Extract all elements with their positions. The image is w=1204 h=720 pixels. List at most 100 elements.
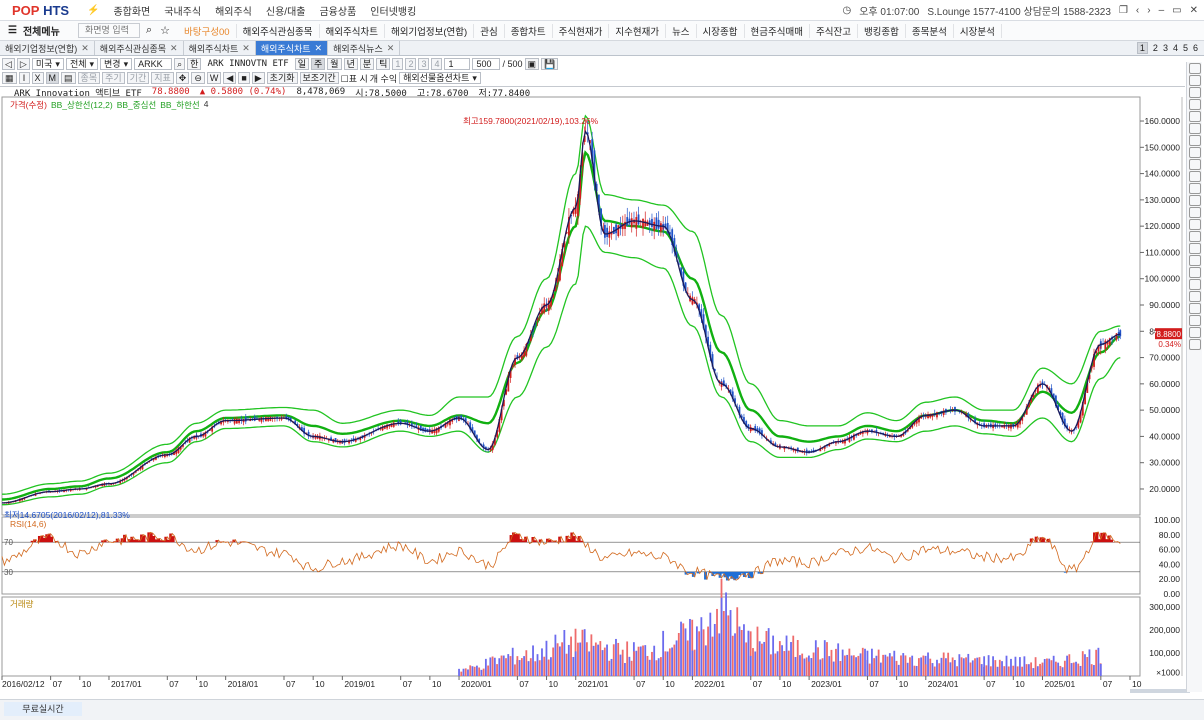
drawing-tool-icon[interactable] [1189,159,1201,170]
drawing-tool-icon[interactable] [1189,147,1201,158]
candle-body [635,217,638,229]
volume-bar [906,662,909,676]
drawing-tool-icon[interactable] [1189,243,1201,254]
volume-bar [707,626,709,676]
volume-bar [668,648,671,676]
drawing-tool-icon[interactable] [1189,327,1201,338]
rsi-tick-label: 20.00 [1159,574,1181,584]
drawing-tool-icon[interactable] [1189,87,1201,98]
drawing-tool-icon[interactable] [1189,339,1201,350]
x-tick-label: 07 [53,679,63,689]
volume-bar [978,657,981,676]
drawing-tool-icon[interactable] [1189,123,1201,134]
volume-bar [487,665,490,676]
volume-bar [989,666,992,676]
current-price-label: 78.8800 [1152,330,1181,339]
volume-bar [1070,663,1073,676]
volume-bar [563,629,566,676]
volume-bar [554,634,557,676]
price-tick-label: 140.0000 [1145,169,1181,179]
volume-bar [541,648,543,676]
volume-bar [799,655,801,676]
volume-bar [969,662,972,676]
volume-bar [808,661,811,676]
volume-bar [846,654,849,676]
candle-body [603,225,606,238]
volume-bar [671,647,673,676]
volume-bar [859,653,862,676]
drawing-tool-icon[interactable] [1189,75,1201,86]
volume-bar [489,657,492,676]
drawing-tool-icon[interactable] [1189,195,1201,206]
drawing-tool-icon[interactable] [1189,135,1201,146]
volume-bar [473,666,476,676]
price-tick-label: 20.0000 [1149,484,1180,494]
drawing-tool-icon[interactable] [1189,183,1201,194]
price-tick-label: 60.0000 [1149,379,1180,389]
x-tick-label: 10 [82,679,92,689]
volume-bar [875,655,878,676]
realtime-tab[interactable]: 무료실시간 [4,702,82,716]
x-tick-label: 07 [403,679,413,689]
volume-bar [837,643,840,676]
high-annotation: 최고159.7800(2021/02/19),103.26% [463,116,599,126]
volume-bar [956,666,959,676]
volume-bar [648,659,651,676]
volume-bar [940,657,943,676]
x-tick-label: 07 [869,679,879,689]
x-tick-label: 2024/01 [928,679,959,689]
volume-bar [936,659,938,676]
rsi-overbought-fill [1110,539,1113,543]
candle-body [1119,330,1122,337]
volume-bar [558,646,561,676]
volume-bar [752,648,754,676]
drawing-tool-icon[interactable] [1189,291,1201,302]
volume-bar [767,628,770,676]
volume-bar [985,665,988,676]
volume-bar [761,643,763,676]
drawing-tool-icon[interactable] [1189,219,1201,230]
volume-bar [763,641,766,676]
volume-bar [612,644,615,676]
volume-bar [1090,664,1093,676]
volume-bar [700,617,703,676]
volume-bar [790,642,792,676]
volume-bar [1001,661,1003,676]
volume-bar [588,651,591,676]
volume-bar [886,656,889,676]
volume-tick-label: ×1000 [1156,668,1180,678]
drawing-tool-icon[interactable] [1189,207,1201,218]
volume-bar [653,645,656,676]
volume-bar [783,651,786,676]
drawing-tool-icon[interactable] [1189,303,1201,314]
volume-bar [864,648,866,676]
volume-bar [823,640,826,676]
volume-bar [787,650,790,676]
volume-bar [830,649,833,676]
volume-bar [924,664,927,676]
volume-bar [796,640,799,676]
drawing-tool-icon[interactable] [1189,255,1201,266]
drawing-tools-bar [1186,62,1202,692]
legend-count: 4 [203,99,209,109]
price-tick-label: 50.0000 [1149,405,1180,415]
volume-bar [947,652,950,676]
candle-body [657,219,660,229]
drawing-tool-icon[interactable] [1189,231,1201,242]
drawing-tool-icon[interactable] [1189,315,1201,326]
drawing-tool-icon[interactable] [1189,171,1201,182]
drawing-tool-icon[interactable] [1189,279,1201,290]
volume-tick-label: 200,000 [1149,625,1180,635]
drawing-tool-icon[interactable] [1189,267,1201,278]
volume-bar [509,656,512,676]
x-tick-label: 07 [286,679,296,689]
drawing-tool-icon[interactable] [1189,63,1201,74]
drawing-tool-icon[interactable] [1189,99,1201,110]
volume-bar [785,635,788,676]
current-change-label: 0.34% [1158,340,1181,349]
volume-bar [893,650,896,676]
drawing-tool-icon[interactable] [1189,111,1201,122]
volume-bar [888,653,891,676]
volume-bar [841,649,844,676]
volume-bar [464,668,467,676]
